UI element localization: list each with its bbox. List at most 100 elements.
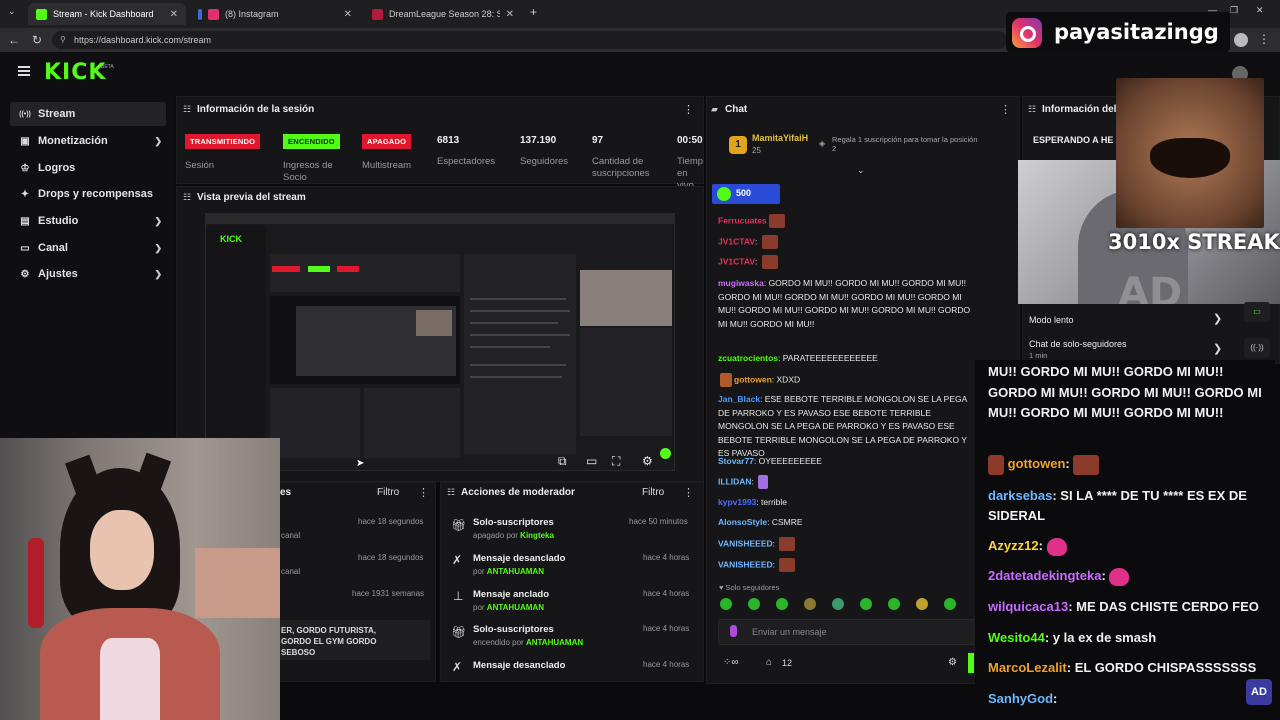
chat-username[interactable]: gottowen — [734, 374, 772, 384]
emote-icon[interactable] — [944, 598, 956, 610]
sidebar-item-ajustes[interactable]: ⚙ Ajustes ❯ — [10, 262, 166, 286]
reload-icon[interactable]: ↻ — [32, 33, 42, 47]
sidebar-item-stream[interactable]: ((•)) Stream — [10, 102, 166, 126]
chat-message[interactable]: VANISHEEED: — [718, 537, 980, 551]
mod-actions-title: Acciones de moderador — [461, 487, 575, 498]
chat-message[interactable]: kypv1993: terrible — [718, 496, 980, 510]
emote-icon[interactable] — [888, 598, 900, 610]
restore-icon[interactable]: ❐ — [1230, 5, 1238, 16]
chat-message[interactable]: AlonsoStyle: CSMRE — [718, 516, 980, 530]
timer-icon[interactable]: ⌂ — [766, 657, 772, 668]
chat-username[interactable]: JV1CTAV — [718, 256, 755, 266]
browser-menu-icon[interactable]: ⋮ — [1258, 32, 1270, 46]
chat-username[interactable]: Stovar77 — [718, 456, 754, 466]
emote-icon[interactable] — [916, 598, 928, 610]
close-tab-icon[interactable]: ✕ — [170, 9, 178, 20]
theater-mode-icon[interactable]: ▭ — [586, 454, 597, 468]
mod-action-user[interactable]: ANTAHUAMAN — [526, 638, 583, 647]
activity-time: hace 18 segundos — [358, 553, 424, 562]
mod-action-prefix: encendido por — [473, 638, 524, 647]
chat-message[interactable]: JV1CTAV: — [718, 235, 980, 249]
chat-menu-icon[interactable]: ⋮ — [1000, 103, 1011, 116]
emote-icon[interactable] — [720, 598, 732, 610]
mod-action-user[interactable]: ANTAHUAMAN — [487, 567, 544, 576]
chat-message[interactable]: Ferrucuates — [718, 214, 980, 228]
back-icon[interactable]: ← — [8, 33, 20, 47]
chat-message[interactable]: ILLIDAN: — [718, 475, 980, 489]
chevron-down-icon[interactable]: ⌄ — [857, 165, 865, 176]
overlay-chat-username: darksebas — [988, 488, 1053, 503]
close-tab-icon[interactable]: ✕ — [506, 9, 514, 20]
emote-icon[interactable] — [832, 598, 844, 610]
chat-username[interactable]: mugiwaska — [718, 278, 764, 288]
close-tab-icon[interactable]: ✕ — [344, 9, 352, 20]
chat-settings-icon[interactable]: ⚙ — [948, 657, 957, 668]
tab-kick-dashboard[interactable]: Stream - Kick Dashboard ✕ — [28, 3, 186, 25]
sidebar-item-canal[interactable]: ▭ Canal ❯ — [10, 236, 166, 260]
chat-message[interactable]: VANISHEEED: — [718, 558, 980, 572]
chat-username[interactable]: JV1CTAV — [718, 236, 755, 246]
chat-username[interactable]: AlonsoStyle — [718, 517, 767, 527]
chevron-down-icon: ❯ — [154, 268, 162, 279]
chat-username[interactable]: VANISHEEED — [718, 559, 773, 569]
emote-icon[interactable] — [804, 598, 816, 610]
chat-username[interactable]: kypv1993 — [718, 497, 756, 507]
emote-icon[interactable] — [748, 598, 760, 610]
fullscreen-icon[interactable]: ⛶ — [612, 454, 620, 469]
chevron-right-icon[interactable]: ❯ — [1213, 312, 1222, 325]
stream-preview-video[interactable]: KICK ⧉ ▭ ⛶ ⚙ ➤ — [205, 213, 675, 471]
mod-action-user[interactable]: ANTAHUAMAN — [487, 603, 544, 612]
chat-toggle-icon[interactable]: ▭ — [1244, 302, 1270, 322]
url-field[interactable]: ⚲ https://dashboard.kick.com/stream — [52, 31, 1007, 49]
chat-message[interactable]: mugiwaska: GORDO MI MU!! GORDO MI MU!! G… — [718, 277, 980, 331]
broadcast-icon[interactable]: ((·)) — [1244, 338, 1270, 358]
tab-instagram[interactable]: (8) Instagram ✕ — [190, 3, 360, 25]
site-info-icon[interactable]: ⚲ — [60, 35, 66, 44]
chat-message[interactable]: gottowen: XDXD — [718, 373, 980, 387]
chat-username[interactable]: Ferrucuates — [718, 215, 767, 225]
mod-menu-icon[interactable]: ⋮ — [683, 486, 694, 499]
chat-username[interactable]: VANISHEEED — [718, 538, 773, 548]
activity-menu-icon[interactable]: ⋮ — [418, 486, 429, 499]
mod-action-user[interactable]: Kingteka — [520, 531, 554, 540]
chat-message[interactable]: zcuatrocientos: PARATEEEEEEEEEEEE — [718, 352, 980, 366]
hamburger-menu-icon[interactable] — [18, 66, 30, 76]
picture-in-picture-icon[interactable]: ⧉ — [558, 454, 567, 469]
sidebar-item-estudio[interactable]: ▤ Estudio ❯ — [10, 209, 166, 233]
close-window-icon[interactable]: ✕ — [1256, 5, 1264, 16]
chat-message[interactable]: Stovar77: OYEEEEEEEEE — [718, 455, 980, 469]
chat-username[interactable]: ILLIDAN — [718, 476, 752, 486]
chat-username[interactable]: zcuatrocientos — [718, 353, 778, 363]
gift-icon: ◈ — [819, 139, 826, 148]
sidebar-item-drops[interactable]: ✦ Drops y recompensas — [10, 182, 166, 206]
slow-mode-label: Modo lento — [1029, 315, 1074, 325]
profile-avatar-icon[interactable] — [1234, 33, 1248, 47]
chat-users-icon[interactable]: ⁘∞ — [723, 657, 739, 668]
chat-message[interactable]: JV1CTAV: — [718, 255, 980, 269]
emote-icon[interactable] — [776, 598, 788, 610]
chat-username[interactable]: Jan_Black — [718, 394, 760, 404]
overlay-chat-username: MarcoLezalit — [988, 660, 1067, 675]
chevron-right-icon[interactable]: ❯ — [1213, 342, 1222, 355]
sidebar-item-monetizacion[interactable]: ▣ Monetización ❯ — [10, 129, 166, 153]
status-badge-partner: ENCENDIDO — [283, 134, 340, 149]
heart-icon: ♥ — [719, 583, 724, 592]
new-tab-button[interactable]: + — [530, 5, 537, 19]
sidebar-item-logros[interactable]: ♔ Logros — [10, 156, 166, 180]
settings-icon[interactable]: ⚙ — [642, 454, 653, 468]
mod-filter-button[interactable]: Filtro — [642, 487, 664, 498]
ad-logo: AD — [1246, 679, 1272, 705]
session-menu-icon[interactable]: ⋮ — [683, 103, 694, 116]
preview-chat-line — [470, 322, 558, 324]
top-gifter-name[interactable]: MamitaYifaiH — [752, 133, 808, 143]
chevron-down-icon: ❯ — [154, 242, 162, 253]
emote-icon[interactable] — [860, 598, 872, 610]
activity-filter-button[interactable]: Filtro — [377, 487, 399, 498]
tab-dreamleague[interactable]: DreamLeague Season 28: South A ✕ — [364, 3, 522, 25]
shirt — [100, 638, 160, 720]
send-button[interactable] — [968, 653, 974, 673]
kick-logo[interactable]: KICK — [44, 60, 106, 85]
tab-menu-icon[interactable]: ⌄ — [8, 6, 16, 17]
sliders-icon: ☷ — [183, 192, 192, 202]
chat-message[interactable]: Jan_Black: ESE BEBOTE TERRIBLE MONGOLON … — [718, 393, 980, 461]
